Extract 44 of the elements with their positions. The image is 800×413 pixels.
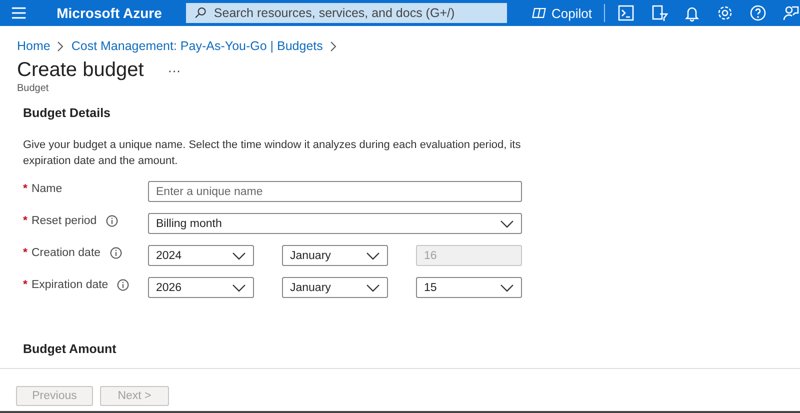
required-mark: * bbox=[23, 183, 28, 195]
feedback-icon[interactable] bbox=[782, 4, 800, 22]
info-icon[interactable] bbox=[106, 215, 118, 227]
chevron-right-icon bbox=[57, 40, 64, 52]
directory-filter-icon[interactable] bbox=[650, 4, 668, 22]
info-icon[interactable] bbox=[110, 247, 122, 259]
chevron-down-icon bbox=[232, 252, 246, 260]
dropdown[interactable]: 2026 bbox=[148, 277, 254, 298]
more-button[interactable]: ··· bbox=[164, 63, 185, 78]
name-field[interactable]: Enter a unique name bbox=[148, 181, 522, 202]
search-field[interactable]: Search resources, services, and docs (G+/) bbox=[186, 3, 507, 23]
chevron-down-icon bbox=[366, 284, 380, 292]
section-heading: Budget Details bbox=[23, 106, 112, 120]
required-mark: * bbox=[23, 247, 28, 259]
field-label: Name bbox=[31, 183, 62, 195]
brand-name[interactable]: Microsoft Azure bbox=[56, 5, 162, 21]
terminal-icon[interactable] bbox=[617, 4, 635, 22]
chevron-down-icon bbox=[232, 284, 246, 292]
search-icon bbox=[194, 6, 208, 20]
page-title: Create budget bbox=[17, 59, 144, 82]
chevron-right-icon bbox=[330, 40, 337, 52]
dropdown[interactable]: 15 bbox=[416, 277, 522, 298]
dropdown[interactable]: January bbox=[282, 277, 388, 298]
info-icon[interactable] bbox=[117, 279, 130, 291]
dropdown[interactable]: January bbox=[282, 245, 388, 266]
required-mark: * bbox=[23, 279, 28, 291]
copilot-button[interactable]: Copilot bbox=[530, 5, 592, 21]
chevron-down-icon bbox=[500, 284, 514, 292]
dropdown[interactable]: Billing month bbox=[148, 213, 522, 234]
section-description: Give your budget a unique name. Select the time window it analyzes during each evaluation period, its expiration date and the amount. bbox=[23, 138, 522, 169]
chevron-down-icon bbox=[500, 220, 514, 228]
settings-icon[interactable] bbox=[716, 4, 734, 22]
section-heading: Budget Amount bbox=[23, 342, 116, 356]
chevron-down-icon bbox=[366, 252, 380, 260]
field-label: Reset period bbox=[31, 215, 97, 227]
required-mark: * bbox=[23, 215, 28, 227]
field-label: Creation date bbox=[31, 247, 101, 259]
copilot-icon bbox=[530, 5, 547, 21]
page-subtitle: Budget bbox=[16, 83, 50, 94]
breadcrumb-link[interactable]: Home bbox=[17, 39, 50, 53]
help-icon[interactable] bbox=[749, 4, 767, 22]
breadcrumb-link[interactable]: Cost Management: Pay-As-You-Go | Budgets bbox=[71, 39, 323, 53]
field-label: Expiration date bbox=[31, 279, 108, 291]
dropdown[interactable]: 2024 bbox=[148, 245, 254, 266]
